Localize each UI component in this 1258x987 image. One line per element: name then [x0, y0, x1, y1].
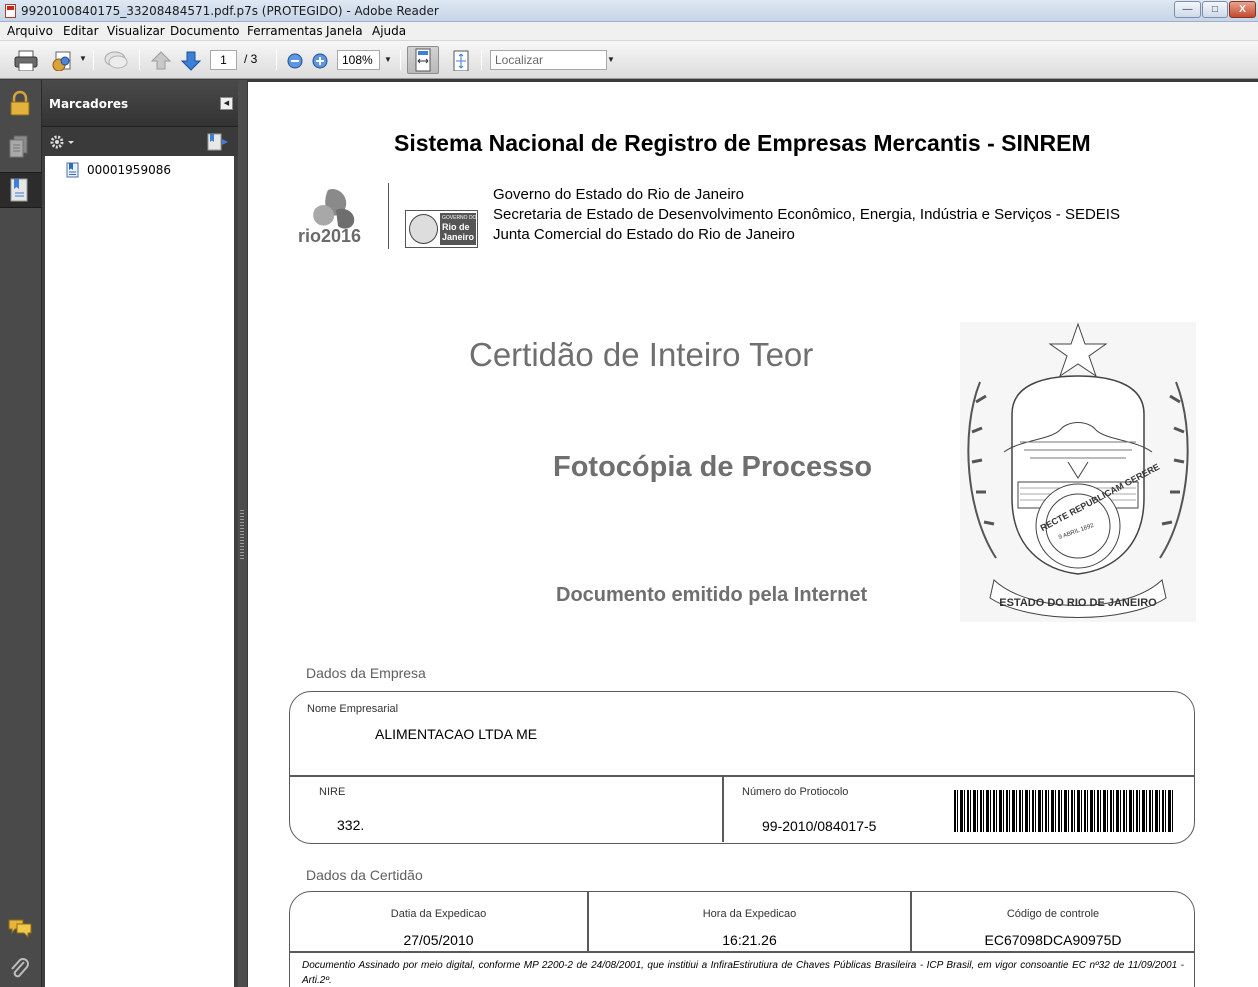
nome-empresarial-value: ALIMENTACAO LTDA ME [375, 726, 538, 742]
lock-icon [10, 90, 30, 116]
chevron-down-icon[interactable]: ▼ [79, 54, 87, 63]
menu-arquivo[interactable]: Arquivo [7, 24, 53, 38]
page-total-label: / 3 [244, 52, 258, 66]
title-bar: 9920100840175_33208484571.pdf.p7s (PROTE… [0, 0, 1258, 22]
bookmarks-toolbar [42, 126, 238, 156]
coat-of-arms-icon: RECTE REPUBLICAM GERERE 9 ABRIL 1892 EST… [967, 322, 1189, 618]
nire-label: NIRE [319, 786, 346, 798]
pdf-file-icon [5, 4, 16, 18]
zoom-dropdown-icon[interactable]: ▼ [384, 55, 392, 64]
codigo-controle-value: EC67098DCA90975D [984, 932, 1122, 948]
state-government-logo: GOVERNO DO Rio de Janeiro [405, 210, 478, 248]
emitido-text: Documento emitido pela Internet [556, 584, 868, 606]
pages-nav-button[interactable] [0, 130, 42, 166]
zoom-in-icon[interactable] [310, 49, 330, 71]
protocolo-label: Número do Protiocolo [742, 786, 849, 798]
collapse-panel-button[interactable]: ◀ [220, 97, 233, 110]
panel-splitter[interactable] [238, 80, 247, 987]
rio2016-logo: rio2016 [296, 184, 372, 250]
security-nav-button[interactable] [0, 86, 42, 122]
bookmarks-nav-button[interactable] [0, 172, 42, 208]
menu-ferramentas[interactable]: Ferramentas [247, 24, 323, 38]
rio2016-wordmark: rio2016 [298, 226, 361, 246]
fit-page-icon[interactable] [449, 49, 473, 71]
next-page-icon[interactable] [180, 49, 202, 71]
search-dropdown-icon[interactable]: ▼ [607, 55, 615, 64]
bookmark-label: 00001959086 [87, 163, 171, 177]
share-icon[interactable] [50, 49, 76, 71]
barcode [954, 790, 1174, 832]
document-title: Sistema Nacional de Registro de Empresas… [394, 130, 1091, 156]
bookmarks-list: 00001959086 [45, 156, 234, 987]
pages-icon [9, 135, 28, 158]
maximize-button[interactable]: □ [1202, 1, 1228, 18]
minimize-button[interactable]: — [1174, 1, 1201, 18]
fit-width-icon [415, 48, 431, 72]
header-line-1: Governo do Estado do Rio de Janeiro [493, 186, 744, 203]
rio2016-mark: rio2016 [298, 188, 361, 246]
menu-ajuda[interactable]: Ajuda [372, 24, 406, 38]
bookmark-icon [10, 178, 28, 202]
header-line-2: Secretaria de Estado de Desenvolvimento … [493, 206, 1120, 223]
zoom-level-input[interactable]: 108% [337, 50, 380, 70]
attachment-icon[interactable] [8, 957, 32, 981]
certidao-title: Certidão de Inteiro Teor [469, 336, 814, 373]
options-gear-icon[interactable] [48, 133, 78, 151]
state-emblem-icon [409, 214, 438, 244]
scroll-mode-toggle[interactable] [407, 46, 439, 74]
window-title: 9920100840175_33208484571.pdf.p7s (PROTE… [21, 4, 439, 18]
document-page: Sistema Nacional de Registro de Empresas… [248, 82, 1258, 987]
header-line-3: Junta Comercial do Estado do Rio de Jane… [493, 226, 795, 243]
fotocopia-title: Fotocópia de Processo [553, 451, 873, 483]
expand-bookmark-icon[interactable] [206, 132, 230, 152]
comments-icon[interactable] [7, 916, 33, 940]
navigation-pane [0, 80, 42, 987]
bookmarks-header: Marcadores ◀ [42, 80, 238, 126]
protocolo-value: 99-2010/084017-5 [762, 818, 877, 834]
toolbar: ▼ 1 / 3 108% ▼ Localizar ▼ [0, 41, 1258, 79]
bookmark-item[interactable]: 00001959086 [66, 162, 171, 178]
nome-empresarial-label: Nome Empresarial [307, 703, 399, 715]
bookmarks-title: Marcadores [49, 97, 129, 111]
page-number-input[interactable]: 1 [210, 50, 237, 70]
print-icon[interactable] [13, 49, 39, 71]
menu-janela[interactable]: Janela [326, 24, 363, 38]
search-input[interactable]: Localizar [490, 50, 607, 70]
data-expedicao-label: Datia da Expedicao [390, 908, 487, 920]
codigo-controle-label: Código de controle [1006, 908, 1100, 920]
menu-bar: Arquivo Editar Visualizar Documento Ferr… [0, 22, 1258, 41]
close-button[interactable]: X [1229, 1, 1256, 18]
state-coat-of-arms: RECTE REPUBLICAM GERERE 9 ABRIL 1892 EST… [960, 322, 1196, 622]
nire-value: 332. [337, 817, 365, 833]
zoom-out-icon[interactable] [285, 49, 305, 71]
coat-of-arms-banner: ESTADO DO RIO DE JANEIRO [999, 597, 1157, 609]
data-expedicao-value: 27/05/2010 [403, 932, 474, 948]
menu-visualizar[interactable]: Visualizar [107, 24, 165, 38]
menu-documento[interactable]: Documento [170, 24, 240, 38]
comment-icon[interactable] [103, 49, 129, 71]
digital-signature-note: Documentio Assinado por meio digital, co… [302, 960, 1184, 986]
hora-expedicao-label: Hora da Expedicao [702, 908, 797, 920]
menu-editar[interactable]: Editar [63, 24, 99, 38]
dados-empresa-heading: Dados da Empresa [306, 665, 426, 681]
hora-expedicao-value: 16:21.26 [722, 932, 777, 948]
dados-certidao-heading: Dados da Certidão [306, 867, 423, 883]
bookmark-page-icon [66, 162, 79, 178]
bookmarks-panel: Marcadores ◀ 00001959086 [42, 80, 238, 987]
previous-page-icon[interactable] [150, 49, 172, 71]
